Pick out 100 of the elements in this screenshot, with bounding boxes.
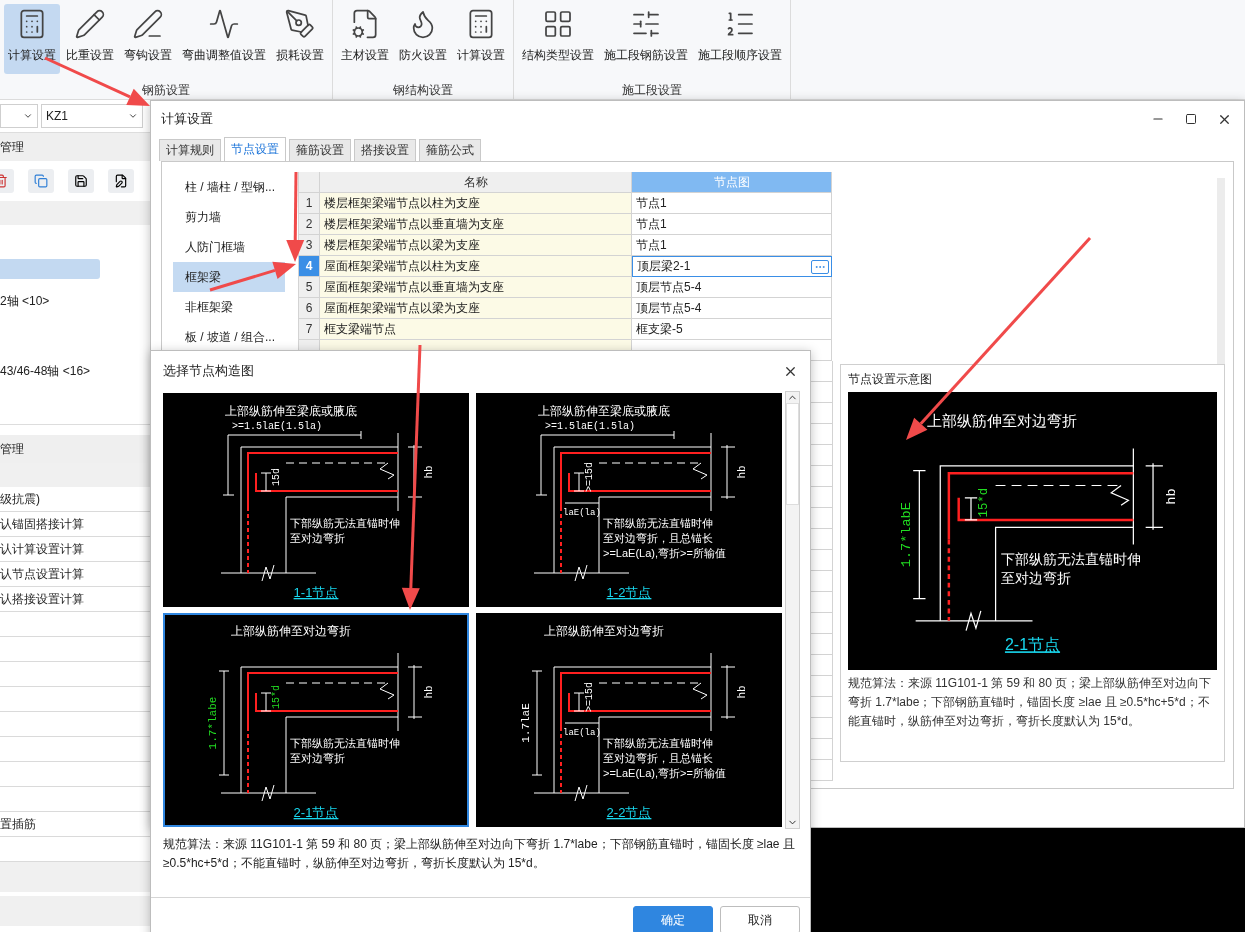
dimension-label: 15*d <box>271 685 282 709</box>
note-text: 下部纵筋无法直锚时伸 <box>1000 552 1141 568</box>
dimension-label: 1.7laE <box>520 703 532 743</box>
node-option[interactable]: 上部纵筋伸至梁底或腋底 >=1.5laE(1.5la) >=15d hb laE(la) 下部纵筋无法直锚时伸 至对边弯折，且总锚长 >=LaE(La),弯折>=所输值 1-2节点 <box>476 393 782 607</box>
ribbon-button[interactable]: 弯钩设置 <box>120 4 176 74</box>
dimension-label: >=15d <box>584 682 595 712</box>
table-cell: 框支梁端节点 <box>320 319 632 340</box>
ribbon-button[interactable]: 施工段顺序设置 <box>694 4 786 74</box>
row-number: 3 <box>299 235 320 256</box>
group-label: 钢结构设置 <box>393 82 453 99</box>
dimension-label: >=1.5laE(1.5la) <box>545 421 635 432</box>
diagram-title: 上部纵筋伸至对边弯折 <box>926 413 1077 430</box>
tab[interactable]: 节点设置 <box>224 137 286 161</box>
document-pen-icon <box>114 174 128 188</box>
diagram-title: 上部纵筋伸至对边弯折 <box>231 624 351 638</box>
column-header: 节点图 <box>632 172 832 193</box>
row-number: 1 <box>299 193 320 214</box>
note-text: 至对边弯折，且总锚长 <box>603 532 713 544</box>
node-caption: 2-1节点 <box>1004 636 1061 654</box>
table-cell: 节点1 <box>632 214 832 235</box>
confirm-button[interactable]: 确定 <box>633 906 713 932</box>
row-number: 2 <box>299 214 320 235</box>
maximize-icon <box>1185 113 1197 125</box>
node-caption: 1-1节点 <box>293 585 339 600</box>
maximize-button[interactable] <box>1183 111 1199 127</box>
note-text: 下部纵筋无法直锚时伸 <box>290 737 400 749</box>
dimension-label: hb <box>736 465 748 479</box>
note-text: 下部纵筋无法直锚时伸 <box>290 517 400 529</box>
window-title: 计算设置 <box>161 110 213 128</box>
table-cell: 顶层节点5-4 <box>632 298 832 319</box>
note-text: >=LaE(La),弯折>=所输值 <box>603 767 726 779</box>
ribbon-button[interactable]: 施工段钢筋设置 <box>600 4 692 74</box>
ribbon-button[interactable]: 主材设置 <box>337 4 393 74</box>
category-item[interactable]: 剪力墙 <box>173 202 285 232</box>
ribbon-button[interactable]: 损耗设置 <box>272 4 328 74</box>
panel-title: 节点设置示意图 <box>848 371 933 388</box>
note-text: 至对边弯折 <box>290 532 345 544</box>
dimension-label: >=1.5laE(1.5la) <box>232 421 322 432</box>
row-number: 5 <box>299 277 320 298</box>
scrollbar-thumb[interactable] <box>786 403 799 505</box>
ribbon-button[interactable]: 计算设置 <box>453 4 509 74</box>
value-field[interactable]: 顶层梁2-1 <box>632 256 832 277</box>
sliders-icon <box>630 8 662 40</box>
tab[interactable]: 箍筋设置 <box>289 139 351 161</box>
edit-button[interactable] <box>108 169 134 193</box>
diagram-title: 上部纵筋伸至梁底或腋底 <box>225 404 357 418</box>
tree-item[interactable]: 2轴 <10> <box>0 291 150 311</box>
dimension-label: hb <box>423 685 435 699</box>
node-caption: 1-2节点 <box>606 585 652 600</box>
category-item[interactable]: 框架梁 <box>173 262 285 292</box>
table-cell: 楼层框架梁端节点以梁为支座 <box>320 235 632 256</box>
ribbon-button[interactable]: 防火设置 <box>395 4 451 74</box>
pencil-icon <box>74 8 106 40</box>
ribbon-button[interactable]: 比重设置 <box>62 4 118 74</box>
note-text: 下部纵筋无法直锚时伸 <box>603 517 713 529</box>
dimension-label: hb <box>1164 488 1180 505</box>
ribbon-button[interactable]: 弯曲调整值设置 <box>178 4 270 74</box>
dimension-label: >=15d <box>584 462 595 492</box>
scrollbar[interactable] <box>1217 178 1225 364</box>
cancel-button[interactable]: 取消 <box>720 906 800 932</box>
panel-header: 管理 <box>0 133 150 161</box>
dialog-title: 选择节点构造图 <box>163 362 254 380</box>
column-header: 名称 <box>320 172 632 193</box>
copy-button[interactable] <box>28 169 54 193</box>
node-option[interactable]: 上部纵筋伸至梁底或腋底 >=1.5laE(1.5la) 15d hb 下部纵筋无法直锚时伸 至对边弯折 1-1节点 <box>163 393 469 607</box>
description-text: 规范算法：来源 11G101-1 第 59 和 80 页；梁上部纵筋伸至对边向下弯折 1.7*labe；下部钢筋直锚时，锚固长度 ≥lae 且 ≥0.5*hc+5*d；不能直锚时，纵筋伸至对边弯折，弯折长度默认为 15*d。 <box>151 829 810 898</box>
dimension-label: 1.7*labE <box>898 502 914 568</box>
node-caption: 2-1节点 <box>293 805 339 820</box>
grid-icon <box>542 8 574 40</box>
diagram-title: 上部纵筋伸至梁底或腋底 <box>538 404 670 418</box>
category-item[interactable]: 非框架梁 <box>173 292 285 322</box>
category-item[interactable]: 柱 / 墙柱 / 型钢... <box>173 172 285 202</box>
browse-button[interactable] <box>811 259 829 274</box>
note-text: 至对边弯折 <box>290 752 345 764</box>
dimension-label: 1.7*labe <box>207 696 219 750</box>
panel-header: 管理 <box>0 435 150 463</box>
scrollbar[interactable] <box>785 391 800 829</box>
note-text: 下部纵筋无法直锚时伸 <box>603 737 713 749</box>
category-item[interactable]: 人防门框墙 <box>173 232 285 262</box>
category-item[interactable]: 板 / 坡道 / 组合... <box>173 322 285 352</box>
wave-icon <box>208 8 240 40</box>
diagram-title: 上部纵筋伸至对边弯折 <box>544 624 664 638</box>
note-text: 至对边弯折，且总锚长 <box>603 752 713 764</box>
tab[interactable]: 搭接设置 <box>354 139 416 161</box>
table-cell: 框支梁-5 <box>632 319 832 340</box>
table-cell: 顶层节点5-4 <box>632 277 832 298</box>
table-cell: 楼层框架梁端节点以垂直墙为支座 <box>320 214 632 235</box>
ribbon-button[interactable]: 结构类型设置 <box>518 4 598 74</box>
tab[interactable]: 计算规则 <box>159 139 221 161</box>
tree-item[interactable]: 43/46-48轴 <16> <box>0 361 150 381</box>
component-dropdown[interactable]: KZ1 <box>41 104 143 128</box>
node-option[interactable]: 上部纵筋伸至对边弯折 1.7*labe 15*d hb 下部纵筋无法直锚时伸 至对边弯折 2-1节点 <box>163 613 469 827</box>
node-caption: 2-2节点 <box>606 805 652 820</box>
node-option[interactable]: 上部纵筋伸至对边弯折 1.7laE >=15d hb laE(la) 下部纵筋无法直锚时伸 至对边弯折，且总锚长 >=LaE(La),弯折>=所输值 2-2节点 <box>476 613 782 827</box>
dimension-label: hb <box>736 685 748 699</box>
caret-icon <box>23 111 33 121</box>
tab[interactable]: 箍筋公式 <box>419 139 481 161</box>
table-cell: 屋面框架梁端节点以垂直墙为支座 <box>320 277 632 298</box>
note-text: >=LaE(La),弯折>=所输值 <box>603 547 726 559</box>
save-button[interactable] <box>68 169 94 193</box>
